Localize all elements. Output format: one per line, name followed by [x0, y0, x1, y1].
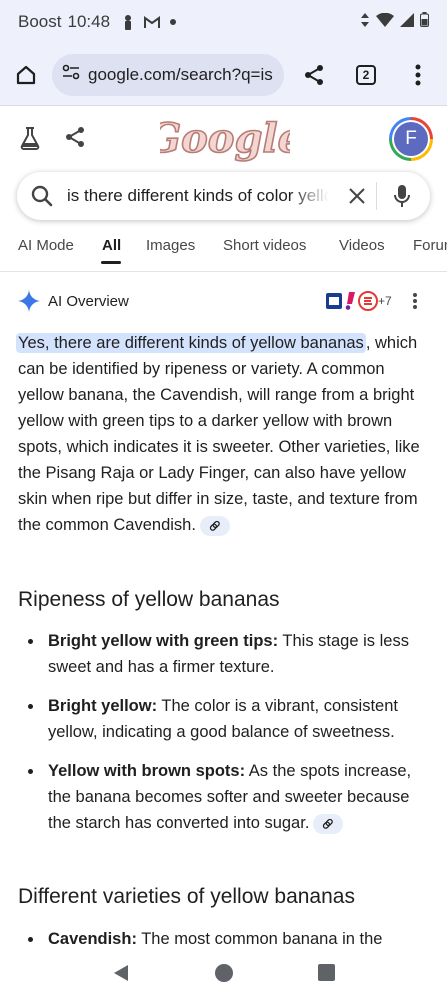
list-item: Bright yellow: The color is a vibrant, c… — [18, 693, 430, 745]
intro-text: , which can be identified by ripeness or… — [18, 334, 420, 534]
item-term: Yellow with brown spots: — [48, 762, 246, 780]
item-term: Bright yellow: — [48, 697, 158, 715]
list-item: Cavendish: The most common banana in the — [18, 926, 430, 952]
browser-toolbar: google.com/search?q=is 2 — [0, 44, 447, 106]
google-doodle-logo[interactable]: Google — [160, 112, 290, 168]
close-icon — [348, 188, 365, 204]
kebab-menu-icon — [413, 293, 417, 309]
list-item: Yellow with brown spots: As the spots in… — [18, 758, 430, 836]
search-icon — [17, 185, 67, 207]
status-bar: Boost 10:48 — [0, 0, 447, 44]
clock: 10:48 — [67, 12, 111, 31]
search-box[interactable]: is there different kinds of color yellow… — [17, 172, 430, 220]
tab-videos[interactable]: Videos — [339, 237, 385, 254]
tab-ai-mode[interactable]: AI Mode — [18, 237, 74, 254]
source-logo-icon — [326, 293, 342, 309]
system-nav-bar — [0, 950, 447, 1000]
link-icon — [209, 520, 220, 531]
ai-overview-intro: Yes, there are different kinds of yellow… — [16, 330, 430, 538]
carrier-label: Boost — [18, 12, 62, 31]
home-icon — [16, 65, 36, 84]
section-heading-ripeness: Ripeness of yellow bananas — [18, 588, 280, 611]
home-button[interactable] — [0, 49, 52, 101]
kebab-menu-icon — [415, 64, 421, 85]
ai-overview-body: Yes, there are different kinds of yellow… — [16, 330, 430, 538]
home-nav-button[interactable] — [214, 963, 234, 988]
microphone-icon — [394, 185, 410, 207]
source-icons[interactable] — [326, 291, 378, 311]
search-query[interactable]: is there different kinds of color yellow… — [67, 186, 329, 206]
search-tabs: AI Mode All Images Short videos Videos F… — [0, 226, 447, 272]
item-text: The most common banana in the — [136, 930, 383, 948]
source-link-chip[interactable] — [313, 813, 344, 834]
tab-images[interactable]: Images — [146, 237, 195, 254]
e-logo-icon — [358, 291, 378, 311]
ai-overview-menu-button[interactable] — [412, 292, 418, 315]
share-button[interactable] — [288, 49, 340, 101]
google-header: Google F — [0, 106, 447, 170]
back-button[interactable] — [112, 964, 130, 987]
ai-overview-title: AI Overview — [48, 293, 129, 310]
battery-icon — [420, 12, 429, 32]
avatar-initial: F — [394, 122, 428, 156]
avatar-inner: F — [392, 120, 430, 158]
wifi-icon — [376, 12, 394, 32]
tab-short-videos[interactable]: Short videos — [223, 237, 306, 254]
site-settings-icon[interactable] — [62, 64, 80, 85]
tab-all[interactable]: All — [102, 237, 121, 254]
gmail-icon — [144, 15, 161, 29]
recents-button[interactable] — [318, 964, 335, 986]
browser-menu-button[interactable] — [392, 49, 444, 101]
tab-switcher-button[interactable]: 2 — [340, 49, 392, 101]
section-heading-varieties: Different varieties of yellow bananas — [18, 885, 355, 908]
home-circle-icon — [215, 963, 233, 982]
share-icon — [305, 64, 323, 85]
google-logo-text: Google — [160, 115, 290, 162]
share-icon[interactable] — [64, 126, 86, 153]
recents-square-icon — [318, 964, 335, 981]
account-avatar-button[interactable]: F — [389, 117, 433, 161]
tab-count: 2 — [356, 64, 376, 85]
more-sources-count[interactable]: +7 — [378, 294, 392, 308]
dot-icon — [170, 19, 177, 25]
ripeness-list: Bright yellow with green tips: This stag… — [18, 628, 430, 849]
item-term: Bright yellow with green tips: — [48, 632, 279, 650]
clear-search-button[interactable] — [337, 182, 377, 210]
item-term: Cavendish: — [48, 930, 137, 948]
back-triangle-icon — [114, 964, 128, 981]
voice-search-button[interactable] — [377, 184, 427, 208]
data-arrows-icon — [360, 12, 370, 32]
url-text: google.com/search?q=is — [88, 64, 273, 84]
highlighted-answer: Yes, there are different kinds of yellow… — [16, 333, 366, 353]
ai-overview-header: AI Overview +7 — [0, 284, 447, 320]
person-icon — [122, 14, 134, 30]
cell-signal-icon — [400, 12, 414, 32]
list-item: Bright yellow with green tips: This stag… — [18, 628, 430, 680]
exclamation-logo-icon — [345, 292, 355, 310]
gemini-sparkle-icon — [18, 290, 40, 317]
address-bar[interactable]: google.com/search?q=is — [52, 53, 284, 96]
labs-flask-icon[interactable] — [18, 126, 42, 155]
link-icon — [323, 818, 334, 829]
active-tab-indicator — [101, 261, 121, 264]
source-link-chip[interactable] — [199, 515, 230, 536]
tab-forums[interactable]: Forums — [413, 237, 447, 254]
